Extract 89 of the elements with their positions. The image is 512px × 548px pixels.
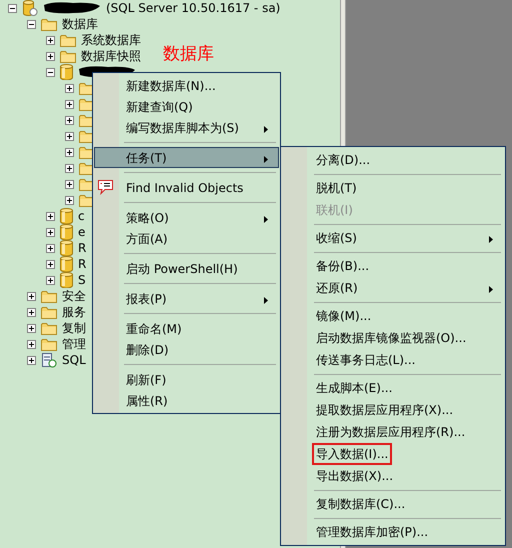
expand-icon[interactable] [46, 212, 55, 220]
annotation-label: 数据库 [163, 43, 214, 66]
expand-icon[interactable] [46, 244, 55, 252]
menu-item[interactable]: 任务(T) [94, 147, 279, 168]
menu-item[interactable]: 新建数据库(N)... [94, 75, 279, 96]
database-icon [60, 256, 73, 272]
menu-item[interactable]: 注册为数据层应用程序(R)... [282, 421, 504, 443]
highlight-frame: 导入数据(I)... [312, 443, 392, 465]
tree-item[interactable]: S [78, 272, 86, 288]
expand-icon[interactable] [27, 292, 36, 300]
agent-icon [41, 352, 57, 368]
menu-item[interactable]: 分离(D)... [282, 149, 504, 171]
tree-item[interactable]: R [78, 256, 86, 272]
expand-icon[interactable] [65, 164, 74, 172]
tree-item[interactable]: 数据库 [62, 16, 98, 32]
database-icon [60, 64, 73, 80]
tree-item[interactable]: e [78, 224, 86, 240]
tree-item[interactable]: 管理 [62, 336, 86, 352]
server-icon [22, 0, 38, 16]
submenu-arrow-icon [489, 236, 493, 243]
menu-item[interactable]: 传送事务日志(L)... [282, 349, 504, 371]
submenu-arrow-icon [489, 286, 493, 293]
menu-item[interactable]: 刷新(F) [94, 369, 279, 390]
tree-item[interactable]: 服务 [62, 304, 86, 320]
menu-item[interactable]: Find Invalid Objects [94, 177, 279, 198]
database-icon [60, 240, 73, 256]
folder-icon [41, 306, 57, 318]
tree-item[interactable]: 安全 [62, 288, 86, 304]
tree-item[interactable]: 数据库快照 [81, 48, 141, 64]
menu-item[interactable]: 重命名(M) [94, 318, 279, 339]
menu-item[interactable]: 镜像(M)... [282, 305, 504, 327]
expand-icon[interactable] [46, 276, 55, 284]
collapse-icon[interactable] [8, 4, 17, 12]
folder-icon [60, 50, 76, 62]
database-icon [60, 224, 73, 240]
expand-icon[interactable] [46, 52, 55, 60]
collapse-icon[interactable] [46, 68, 55, 76]
menu-item[interactable]: 启动 PowerShell(H) [94, 258, 279, 279]
comment-icon [97, 179, 114, 195]
submenu-arrow-icon [264, 156, 268, 163]
tree-item[interactable]: R [78, 240, 86, 256]
expand-icon[interactable] [65, 132, 74, 140]
expand-icon[interactable] [46, 228, 55, 236]
menu-item[interactable]: 提取数据层应用程序(X)... [282, 399, 504, 421]
submenu-arrow-icon [264, 216, 268, 223]
menu-item[interactable]: 生成脚本(E)... [282, 377, 504, 399]
menu-item[interactable]: 复制数据库(C)... [282, 493, 504, 515]
expand-icon[interactable] [46, 260, 55, 268]
folder-icon [60, 34, 76, 46]
menu-item[interactable]: 导入数据(I)... [282, 443, 504, 465]
folder-icon [41, 338, 57, 350]
expand-icon[interactable] [27, 324, 36, 332]
submenu-arrow-icon [264, 297, 268, 304]
expand-icon[interactable] [65, 196, 74, 204]
menu-item[interactable]: 报表(P) [94, 288, 279, 309]
folder-icon [41, 322, 57, 334]
expand-icon[interactable] [27, 356, 36, 364]
menu-item[interactable]: 编写数据库脚本为(S) [94, 117, 279, 138]
menu-item[interactable]: 删除(D) [94, 339, 279, 360]
folder-icon [41, 18, 57, 30]
tree-item[interactable]: 系统数据库 [81, 32, 141, 48]
menu-item[interactable]: 备份(B)... [282, 255, 504, 277]
menu-item[interactable]: 方面(A) [94, 228, 279, 249]
expand-icon[interactable] [46, 36, 55, 44]
menu-item[interactable]: 策略(O) [94, 207, 279, 228]
menu-item[interactable]: 收缩(S) [282, 227, 504, 249]
menu-item[interactable]: 新建查询(Q) [94, 96, 279, 117]
menu-item[interactable]: 还原(R) [282, 277, 504, 299]
expand-icon[interactable] [65, 84, 74, 92]
tree-item[interactable]: c [78, 208, 85, 224]
tree-item[interactable]: 复制 [62, 320, 86, 336]
database-icon [60, 272, 73, 288]
menu-item[interactable]: 导出数据(X)... [282, 465, 504, 487]
folder-icon [41, 290, 57, 302]
collapse-icon[interactable] [27, 20, 36, 28]
expand-icon[interactable] [65, 180, 74, 188]
menu-item[interactable]: 属性(R) [94, 390, 279, 411]
expand-icon[interactable] [65, 100, 74, 108]
menu-item[interactable]: 启动数据库镜像监视器(O)... [282, 327, 504, 349]
database-icon [60, 208, 73, 224]
expand-icon[interactable] [27, 340, 36, 348]
expand-icon[interactable] [65, 148, 74, 156]
expand-icon[interactable] [27, 308, 36, 316]
tree-item[interactable]: (SQL Server 10.50.1617 - sa) [106, 0, 280, 16]
menu-item[interactable]: 管理数据库加密(P)... [282, 521, 504, 543]
expand-icon[interactable] [65, 116, 74, 124]
submenu-arrow-icon [264, 126, 268, 133]
menu-item[interactable]: 脱机(T) [282, 177, 504, 199]
tree-item[interactable]: SQL [62, 352, 86, 368]
